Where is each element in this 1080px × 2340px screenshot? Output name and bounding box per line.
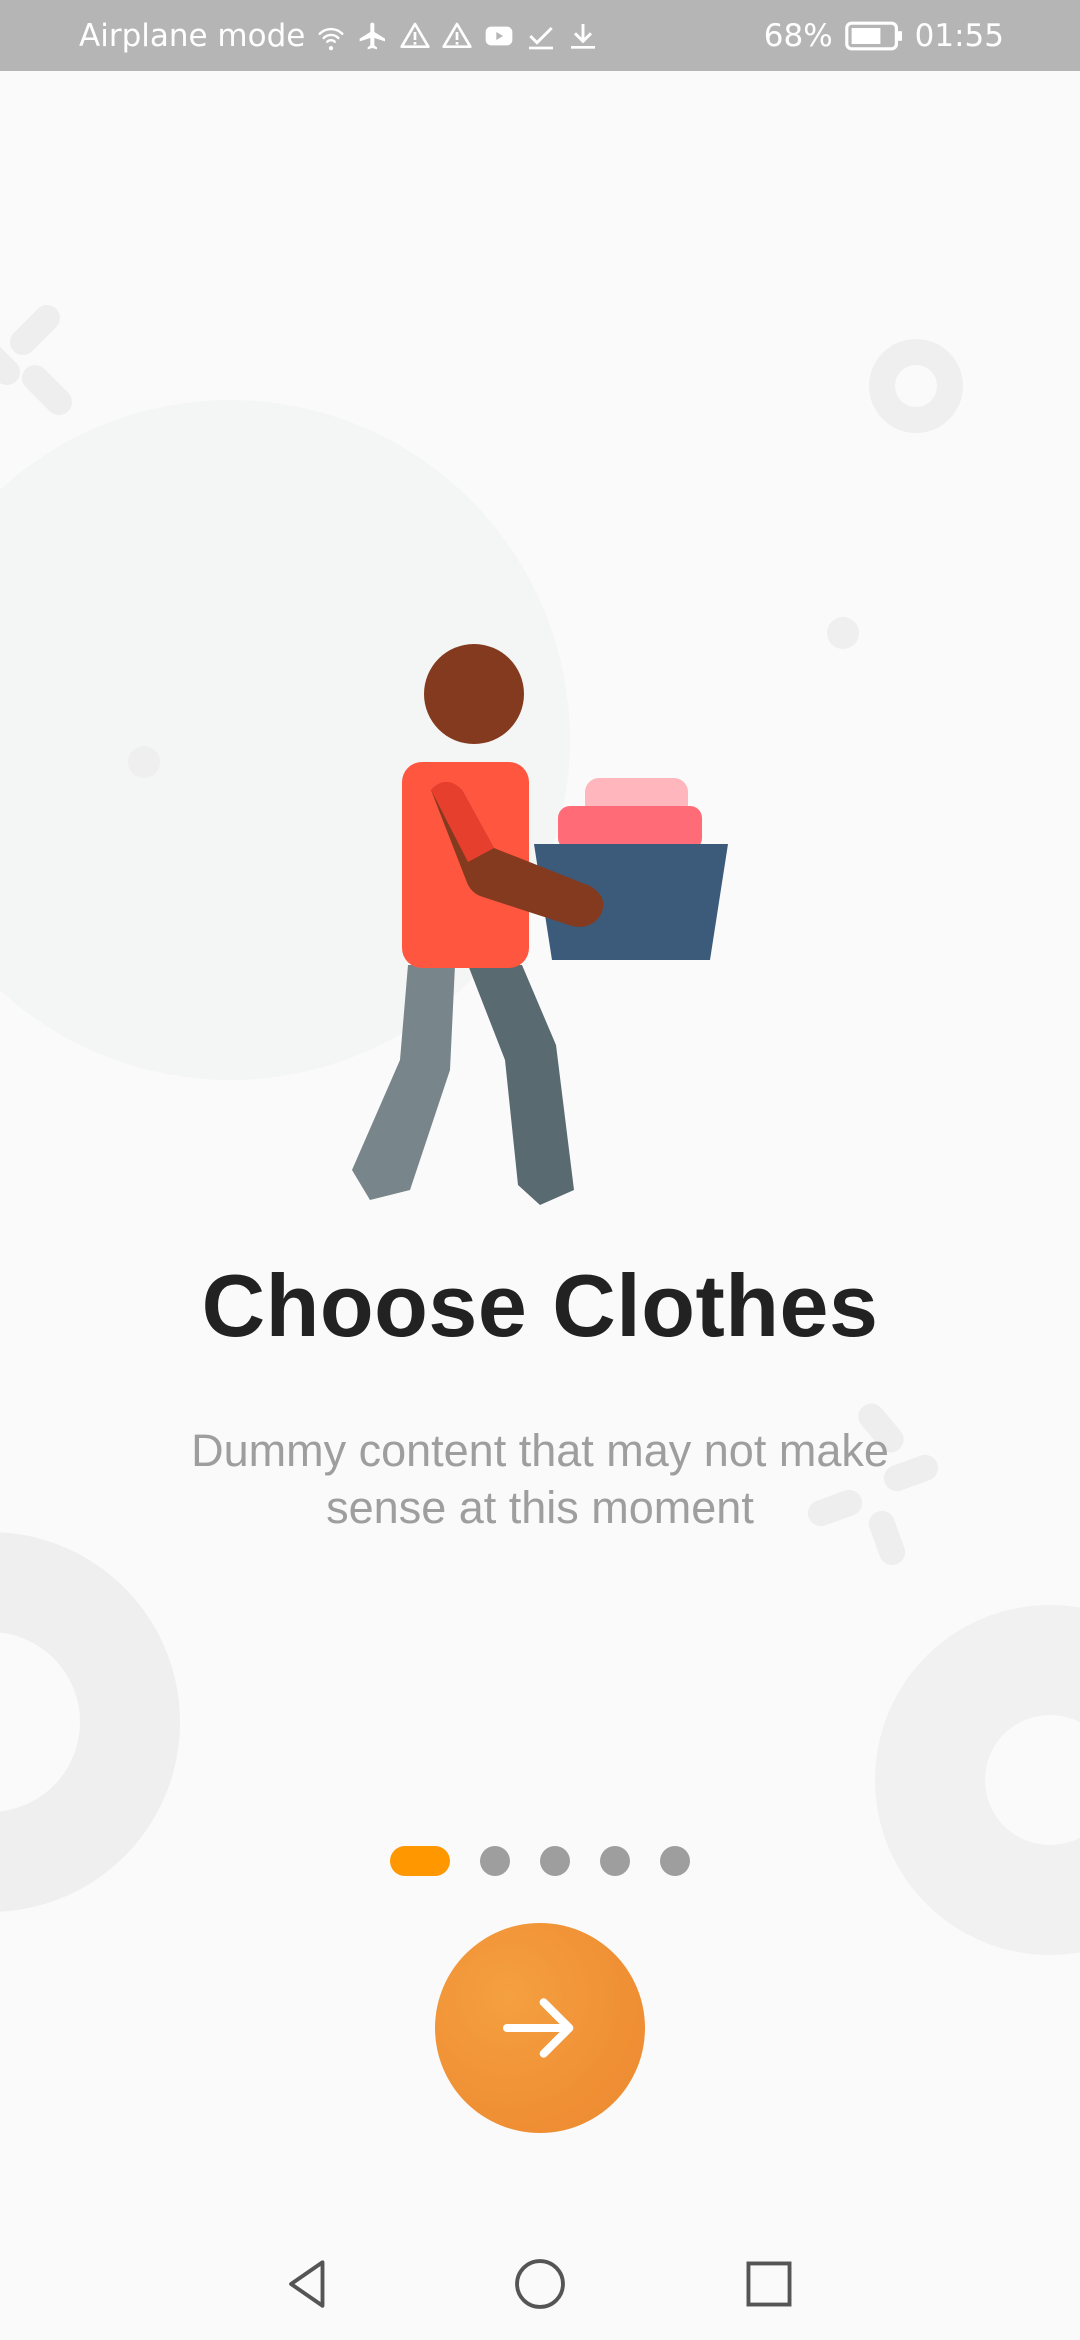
- recents-button[interactable]: [737, 2252, 801, 2316]
- recents-square-icon: [746, 2261, 792, 2307]
- page-indicator: [0, 1846, 1080, 1876]
- home-button[interactable]: [508, 2252, 572, 2316]
- page-title: Choose Clothes: [201, 1256, 879, 1355]
- next-button[interactable]: [435, 1923, 645, 2133]
- page-indicator-dot-active[interactable]: [390, 1846, 450, 1876]
- arrow-right-icon: [502, 1998, 574, 2058]
- page-indicator-dot[interactable]: [660, 1846, 690, 1876]
- back-triangle-icon: [289, 2260, 325, 2308]
- back-button[interactable]: [276, 2252, 340, 2316]
- page-subtitle: Dummy content that may not make sense at…: [191, 1425, 889, 1533]
- page-indicator-dot[interactable]: [540, 1846, 570, 1876]
- page-indicator-dot[interactable]: [480, 1846, 510, 1876]
- page-indicator-dot[interactable]: [600, 1846, 630, 1876]
- navigation-bar: [0, 2230, 1080, 2340]
- home-circle-icon: [515, 2259, 565, 2309]
- person-carrying-laundry-illustration: [352, 644, 728, 1205]
